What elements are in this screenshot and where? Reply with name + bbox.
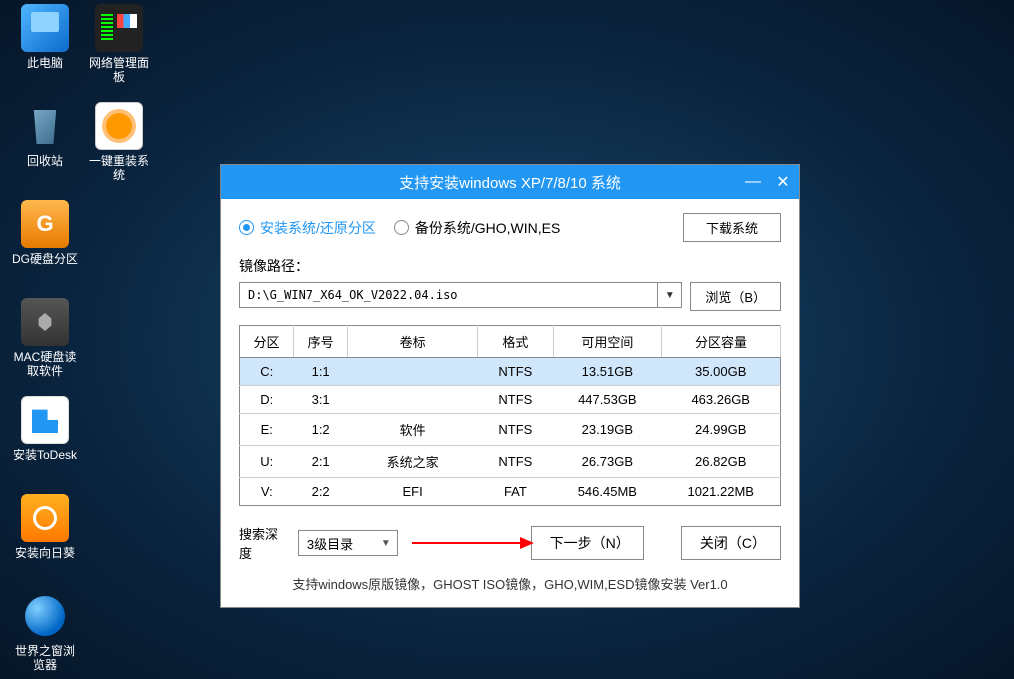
radio-icon: [394, 220, 409, 235]
close-dialog-button[interactable]: 关闭（C）: [681, 526, 781, 560]
dg-icon: G: [21, 200, 69, 248]
desktop-icon-label: 此电脑: [10, 56, 80, 70]
table-cell: 2:1: [294, 446, 348, 478]
table-cell: C:: [240, 358, 294, 386]
radio-icon: [239, 220, 254, 235]
table-cell: D:: [240, 386, 294, 414]
monitor-icon: [21, 4, 69, 52]
table-cell: [348, 358, 478, 386]
table-row[interactable]: E:1:2软件NTFS23.19GB24.99GB: [240, 414, 781, 446]
desktop-icon-theworld-browser[interactable]: 世界之窗浏览器: [10, 592, 80, 672]
th-volume: 卷标: [348, 326, 478, 358]
th-free: 可用空间: [553, 326, 661, 358]
th-capacity: 分区容量: [661, 326, 780, 358]
chevron-down-icon[interactable]: ▼: [657, 283, 681, 307]
table-row[interactable]: D:3:1 NTFS447.53GB463.26GB: [240, 386, 781, 414]
th-partition: 分区: [240, 326, 294, 358]
table-cell: 3:1: [294, 386, 348, 414]
download-system-button[interactable]: 下载系统: [683, 213, 781, 242]
partition-table: 分区 序号 卷标 格式 可用空间 分区容量 C:1:1NTFS13.51GB35…: [239, 325, 781, 506]
table-cell: U:: [240, 446, 294, 478]
browse-button[interactable]: 浏览（B）: [690, 282, 781, 311]
radio-backup[interactable]: 备份系统/GHO,WIN,ES: [394, 218, 560, 238]
close-button[interactable]: ✕: [775, 172, 791, 192]
table-cell: NTFS: [478, 446, 554, 478]
image-path-label: 镜像路径：: [239, 256, 781, 276]
table-cell: 系统之家: [348, 446, 478, 478]
table-cell: 447.53GB: [553, 386, 661, 414]
table-cell: FAT: [478, 478, 554, 506]
desktop-icon-label: 安装向日葵: [10, 546, 80, 560]
desktop-icon-label: 一键重装系统: [84, 154, 154, 182]
search-depth-select[interactable]: 3级目录 ▼: [298, 530, 398, 556]
footer-text: 支持windows原版镜像，GHOST ISO镜像，GHO,WIM,ESD镜像安…: [239, 574, 781, 599]
sunflower-icon: [21, 494, 69, 542]
todesk-icon: [21, 396, 69, 444]
image-path-combo[interactable]: D:\G_WIN7_X64_OK_V2022.04.iso ▼: [239, 282, 682, 308]
table-cell: E:: [240, 414, 294, 446]
th-format: 格式: [478, 326, 554, 358]
table-cell: 1:2: [294, 414, 348, 446]
table-cell: 13.51GB: [553, 358, 661, 386]
desktop-icon-label: 安装ToDesk: [10, 448, 80, 462]
table-cell: V:: [240, 478, 294, 506]
desktop-icon-network-panel[interactable]: 网络管理面板: [84, 4, 154, 84]
table-cell: 软件: [348, 414, 478, 446]
table-cell: 2:2: [294, 478, 348, 506]
table-cell: NTFS: [478, 386, 554, 414]
desktop-icon-label: 回收站: [10, 154, 80, 168]
search-depth-value: 3级目录: [299, 534, 375, 553]
desktop-icon-this-pc[interactable]: 此电脑: [10, 4, 80, 70]
network-panel-icon: [95, 4, 143, 52]
radio-label: 备份系统/GHO,WIN,ES: [415, 218, 560, 238]
desktop-icon-mac-disk[interactable]: MAC硬盘读取软件: [10, 298, 80, 378]
table-row[interactable]: U:2:1系统之家NTFS26.73GB26.82GB: [240, 446, 781, 478]
radio-label: 安装系统/还原分区: [260, 218, 376, 238]
desktop-icon-label: 世界之窗浏览器: [10, 644, 80, 672]
desktop-icon-label: 网络管理面板: [84, 56, 154, 84]
image-path-value: D:\G_WIN7_X64_OK_V2022.04.iso: [240, 288, 657, 302]
window-title: 支持安装windows XP/7/8/10 系统: [399, 172, 621, 193]
table-cell: 1:1: [294, 358, 348, 386]
titlebar[interactable]: 支持安装windows XP/7/8/10 系统 — ✕: [221, 165, 799, 199]
table-cell: 546.45MB: [553, 478, 661, 506]
gear-icon: [95, 102, 143, 150]
desktop-icon-label: MAC硬盘读取软件: [10, 350, 80, 378]
minimize-button[interactable]: —: [745, 173, 761, 191]
table-cell: NTFS: [478, 358, 554, 386]
table-row[interactable]: V:2:2EFIFAT546.45MB1021.22MB: [240, 478, 781, 506]
table-cell: 24.99GB: [661, 414, 780, 446]
next-button[interactable]: 下一步（N）: [531, 526, 644, 560]
table-cell: EFI: [348, 478, 478, 506]
table-row[interactable]: C:1:1 NTFS13.51GB35.00GB: [240, 358, 781, 386]
table-cell: [348, 386, 478, 414]
arrow-icon: [408, 531, 538, 555]
table-cell: 23.19GB: [553, 414, 661, 446]
table-cell: NTFS: [478, 414, 554, 446]
apple-icon: [21, 298, 69, 346]
trash-icon: [21, 102, 69, 150]
table-cell: 26.73GB: [553, 446, 661, 478]
th-seq: 序号: [294, 326, 348, 358]
desktop-icon-reinstall[interactable]: 一键重装系统: [84, 102, 154, 182]
table-cell: 463.26GB: [661, 386, 780, 414]
annotation-arrow: [408, 541, 521, 545]
table-cell: 35.00GB: [661, 358, 780, 386]
installer-dialog: 支持安装windows XP/7/8/10 系统 — ✕ 安装系统/还原分区 备…: [220, 164, 800, 608]
globe-icon: [21, 592, 69, 640]
search-depth-label: 搜索深度: [239, 524, 288, 562]
desktop-icon-sunflower[interactable]: 安装向日葵: [10, 494, 80, 560]
table-cell: 26.82GB: [661, 446, 780, 478]
desktop-icon-todesk[interactable]: 安装ToDesk: [10, 396, 80, 462]
table-cell: 1021.22MB: [661, 478, 780, 506]
desktop-icon-label: DG硬盘分区: [10, 252, 80, 266]
desktop-icon-recycle-bin[interactable]: 回收站: [10, 102, 80, 168]
radio-install-restore[interactable]: 安装系统/还原分区: [239, 218, 376, 238]
chevron-down-icon[interactable]: ▼: [375, 531, 397, 555]
desktop-icon-dg-partition[interactable]: G DG硬盘分区: [10, 200, 80, 266]
